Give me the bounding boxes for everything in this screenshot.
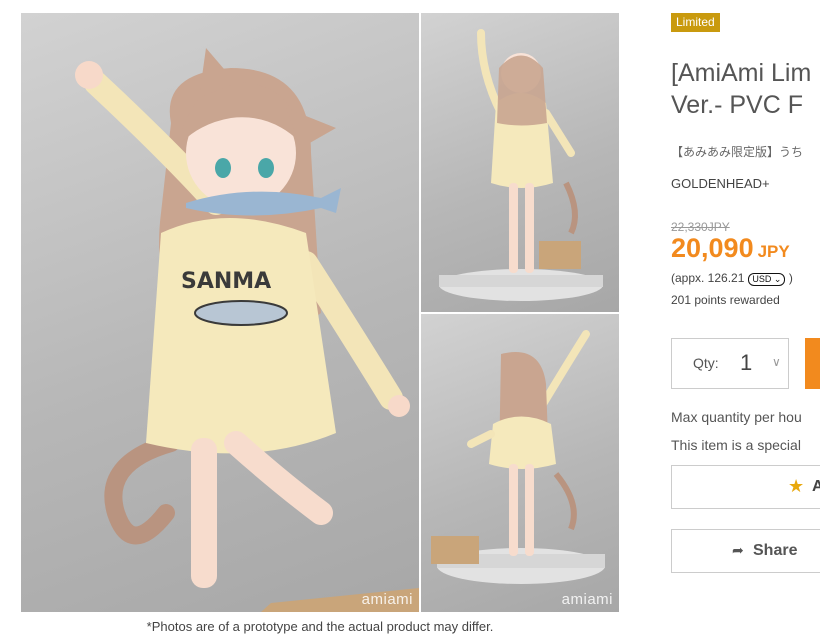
product-info-panel: Limited [AmiAmi Lim Ver.- PVC F 【あみあみ限定版… bbox=[671, 0, 820, 643]
prototype-disclaimer: *Photos are of a prototype and the actua… bbox=[146, 619, 494, 634]
limited-badge: Limited bbox=[671, 13, 720, 32]
wishlist-button[interactable]: ★ A bbox=[671, 465, 820, 509]
shirt-print-text: SANMA bbox=[181, 269, 271, 294]
thumbnail-back-view[interactable]: amiami bbox=[421, 314, 619, 612]
watermark-text: amiami bbox=[361, 591, 413, 608]
sale-price: 20,090 JPY bbox=[671, 233, 790, 264]
price-value: 20,090 bbox=[671, 233, 754, 263]
watermark-text: amiami bbox=[561, 591, 613, 608]
quantity-selector[interactable]: Qty: 1 ∨ bbox=[671, 338, 789, 389]
product-gallery: SANMA amiami amiami *Photos are of a pro… bbox=[0, 0, 640, 643]
thumbnail-front-view[interactable] bbox=[421, 13, 619, 312]
points-reward: 201 points rewarded bbox=[671, 293, 780, 307]
chevron-down-icon: ∨ bbox=[772, 355, 781, 369]
currency-select[interactable]: USD ⌄ bbox=[748, 273, 786, 286]
max-quantity-note: Max quantity per hou bbox=[671, 409, 802, 425]
share-label: Share bbox=[753, 542, 798, 559]
approx-price-text: (appx. 126.21 bbox=[671, 271, 745, 285]
share-button[interactable]: ➦ Share bbox=[671, 529, 820, 573]
main-product-photo[interactable]: SANMA amiami bbox=[21, 13, 419, 612]
qty-value: 1 bbox=[740, 350, 753, 375]
product-title-line-1: [AmiAmi Lim bbox=[671, 59, 812, 87]
special-item-note: This item is a special bbox=[671, 437, 801, 453]
figure-back-illustration bbox=[431, 330, 605, 584]
approx-price-close: ) bbox=[788, 271, 793, 285]
figure-illustration: SANMA bbox=[75, 48, 419, 612]
figure-front-illustration bbox=[439, 29, 603, 301]
qty-label: Qty: bbox=[693, 355, 719, 371]
wishlist-label: A bbox=[812, 478, 820, 495]
maker-link[interactable]: GOLDENHEAD+ bbox=[671, 176, 770, 191]
product-title-line-2: Ver.- PVC F bbox=[671, 91, 803, 119]
add-to-cart-button[interactable] bbox=[805, 338, 820, 389]
chevron-down-icon: ⌄ bbox=[773, 274, 782, 284]
japanese-title: 【あみあみ限定版】うち bbox=[671, 145, 804, 159]
approx-price: (appx. 126.21 USD ⌄ ) bbox=[671, 271, 793, 286]
product-title: [AmiAmi Lim Ver.- PVC F bbox=[671, 57, 820, 121]
original-price: 22,330JPY bbox=[671, 220, 730, 234]
star-icon: ★ bbox=[788, 476, 805, 496]
price-currency: JPY bbox=[757, 242, 790, 261]
currency-select-value: USD bbox=[752, 274, 772, 284]
share-icon: ➦ bbox=[732, 542, 744, 558]
